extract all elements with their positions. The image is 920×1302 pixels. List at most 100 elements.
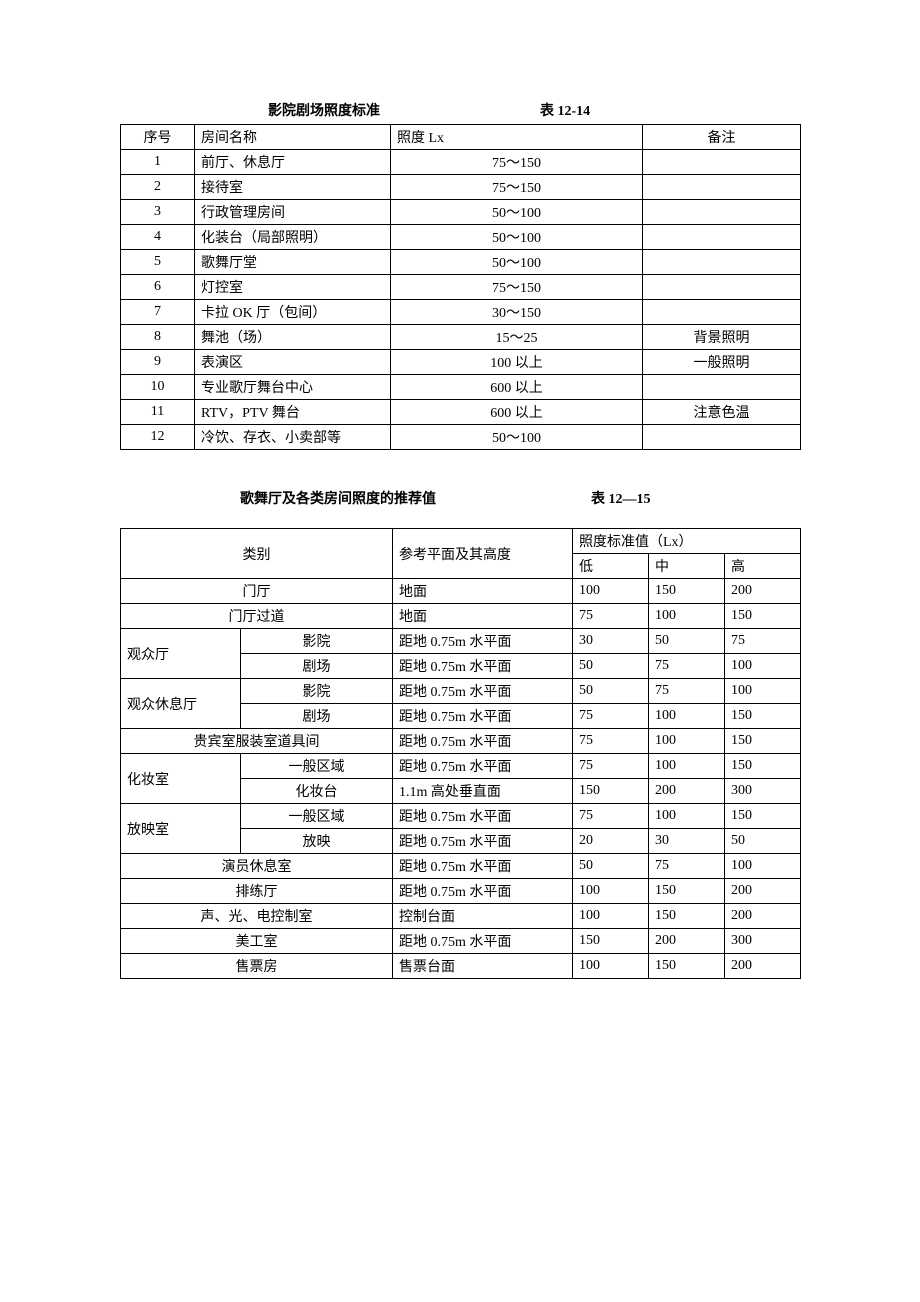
table-cell: 控制台面 [393, 904, 573, 929]
th-mid: 中 [649, 554, 725, 579]
table-cell: 距地 0.75m 水平面 [393, 679, 573, 704]
table-cell: 1 [121, 150, 195, 175]
table-cell: 化装台（局部照明） [195, 225, 391, 250]
table-cell: 150 [725, 754, 801, 779]
table-cell: 50 [573, 854, 649, 879]
table-cell [643, 175, 801, 200]
table-cell: 3 [121, 200, 195, 225]
table-cell: 200 [725, 879, 801, 904]
table-dance-hall-lighting: 类别 参考平面及其高度 照度标准值（Lx） 低 中 高 门厅地面10015020… [120, 528, 801, 979]
table-cell: 化妆室 [121, 754, 241, 804]
table1-title-row: 影院剧场照度标准 表 12-14 [120, 100, 800, 120]
table-row: 12冷饮、存衣、小卖部等50～100 [121, 425, 801, 450]
table-cell: 地面 [393, 604, 573, 629]
table-cell: 100 [725, 679, 801, 704]
table-cell: 150 [573, 779, 649, 804]
table-cell: 距地 0.75m 水平面 [393, 804, 573, 829]
table-cell: 9 [121, 350, 195, 375]
table-row: 化妆室一般区域距地 0.75m 水平面75100150 [121, 754, 801, 779]
table-cell: 150 [649, 579, 725, 604]
table-row: 11RTV，PTV 舞台600 以上注意色温 [121, 400, 801, 425]
table-cell: 100 [649, 729, 725, 754]
table-cell: 声、光、电控制室 [121, 904, 393, 929]
table-cell: 100 [649, 704, 725, 729]
table2-title-row: 歌舞厅及各类房间照度的推荐值 表 12—15 [120, 488, 800, 508]
table-row: 3行政管理房间50～100 [121, 200, 801, 225]
table-cell: 75 [649, 854, 725, 879]
table-cell: 20 [573, 829, 649, 854]
table-cell [643, 250, 801, 275]
table-cell: 剧场 [241, 704, 393, 729]
table-cell: 150 [725, 729, 801, 754]
table-cell: 一般区域 [241, 754, 393, 779]
table-cell: 专业歌厅舞台中心 [195, 375, 391, 400]
table-row: 售票房售票台面100150200 [121, 954, 801, 979]
table-cell: 150 [725, 704, 801, 729]
table-cell: 观众厅 [121, 629, 241, 679]
table-cell: 灯控室 [195, 275, 391, 300]
table-cell: 8 [121, 325, 195, 350]
table-row: 2接待室75～150 [121, 175, 801, 200]
table-cell: 排练厅 [121, 879, 393, 904]
th-std: 照度标准值（Lx） [573, 529, 801, 554]
table-cell: 50～100 [391, 225, 643, 250]
table-cell: 150 [649, 879, 725, 904]
table-cell: 化妆台 [241, 779, 393, 804]
table-cell: 150 [649, 904, 725, 929]
table1-number: 表 12-14 [540, 100, 590, 120]
table-cell: 200 [725, 954, 801, 979]
table-cell: 75 [573, 754, 649, 779]
table-cell: 影院 [241, 629, 393, 654]
table-cell: 售票房 [121, 954, 393, 979]
table-cell: 50 [649, 629, 725, 654]
table-cell: 距地 0.75m 水平面 [393, 879, 573, 904]
table-cell: 100 [573, 579, 649, 604]
table-cell: 300 [725, 779, 801, 804]
table-cell: 100 [649, 754, 725, 779]
table-cell: 200 [725, 904, 801, 929]
table-cell: 30～150 [391, 300, 643, 325]
table-cell: 前厅、休息厅 [195, 150, 391, 175]
table-cell: 12 [121, 425, 195, 450]
table-row: 5歌舞厅堂50～100 [121, 250, 801, 275]
table-cell: 注意色温 [643, 400, 801, 425]
table-cell: 50～100 [391, 425, 643, 450]
table-cell: 200 [725, 579, 801, 604]
table2-title: 歌舞厅及各类房间照度的推荐值 [240, 488, 436, 508]
table-cell: 放映 [241, 829, 393, 854]
table-cell: 600 以上 [391, 375, 643, 400]
table-cell: 75 [573, 804, 649, 829]
table-row: 门厅地面100150200 [121, 579, 801, 604]
table2-header-row1: 类别 参考平面及其高度 照度标准值（Lx） [121, 529, 801, 554]
table-cell: 6 [121, 275, 195, 300]
table-cell: 距地 0.75m 水平面 [393, 929, 573, 954]
table-cell: 75 [649, 654, 725, 679]
table-cell: 50 [725, 829, 801, 854]
table-cell: 50 [573, 679, 649, 704]
table-cell: 表演区 [195, 350, 391, 375]
th-remark: 备注 [643, 125, 801, 150]
table-cell: 接待室 [195, 175, 391, 200]
table-row: 观众休息厅影院距地 0.75m 水平面5075100 [121, 679, 801, 704]
table-cell: 2 [121, 175, 195, 200]
table-cell: 100 以上 [391, 350, 643, 375]
table-row: 排练厅距地 0.75m 水平面100150200 [121, 879, 801, 904]
table-cell [643, 275, 801, 300]
table-cell: 门厅 [121, 579, 393, 604]
table-cell: 75 [649, 679, 725, 704]
table-cell: 4 [121, 225, 195, 250]
table-cell [643, 200, 801, 225]
table-cell: 150 [725, 804, 801, 829]
table-cell: 30 [573, 629, 649, 654]
table-cell: 门厅过道 [121, 604, 393, 629]
table-row: 美工室距地 0.75m 水平面150200300 [121, 929, 801, 954]
table-cell: 150 [573, 929, 649, 954]
table-cell: 75～150 [391, 175, 643, 200]
table-cell: 100 [725, 654, 801, 679]
table-cell: 距地 0.75m 水平面 [393, 854, 573, 879]
table-cell: 地面 [393, 579, 573, 604]
th-high: 高 [725, 554, 801, 579]
table-cell: 100 [573, 904, 649, 929]
table-cell: 150 [649, 954, 725, 979]
table-cell: 一般照明 [643, 350, 801, 375]
